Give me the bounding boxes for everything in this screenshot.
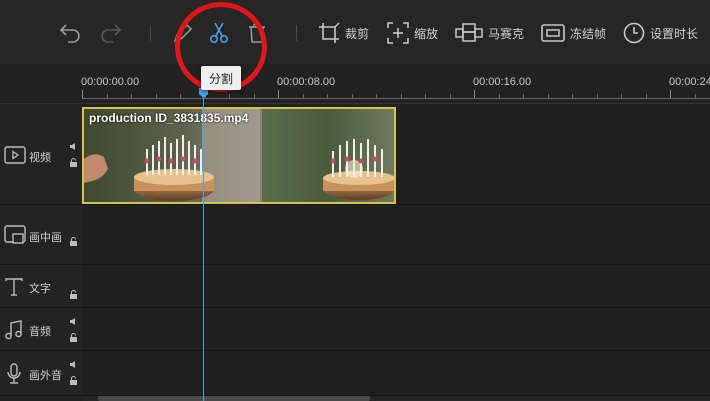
ruler-tick (523, 94, 524, 98)
mosaic-icon (455, 23, 483, 43)
track-body[interactable] (82, 351, 710, 395)
track-header: 画外音 (0, 351, 80, 395)
lock-icon[interactable] (69, 333, 78, 342)
crop-icon (318, 22, 340, 44)
ruler-tick (376, 94, 377, 98)
freeze-frame-label: 冻结帧 (570, 26, 607, 41)
pip-track-icon (4, 225, 26, 245)
ruler-tick (180, 94, 181, 98)
video-track-icon (4, 146, 26, 164)
ruler-tick (155, 94, 157, 98)
ruler-tick (229, 94, 230, 98)
ruler-tick (670, 90, 671, 98)
volume-icon[interactable] (69, 142, 78, 151)
zoom-button[interactable]: 缩放 (387, 20, 438, 46)
ruler-tick (694, 94, 696, 98)
edit-icon[interactable] (170, 20, 196, 46)
ruler-tick (547, 94, 549, 98)
pip-track: 画中画 (0, 205, 710, 265)
ruler-tick (327, 94, 328, 98)
zoom-icon (387, 22, 409, 44)
lock-icon[interactable] (69, 237, 78, 246)
lock-icon[interactable] (69, 290, 78, 299)
ruler-tick (400, 94, 402, 98)
playhead-line[interactable] (203, 96, 204, 401)
track-header: 文字 (0, 265, 80, 307)
music-track-icon (4, 320, 24, 340)
undo-icon[interactable] (57, 20, 83, 46)
clip-filename: production ID_3831835.mp4 (89, 111, 249, 125)
track-label: 音频 (29, 326, 51, 338)
ruler-tick (498, 94, 500, 98)
track-label: 文字 (29, 283, 51, 295)
track-label: 画外音 (29, 370, 62, 382)
timeline-ruler[interactable]: 00:00:00.00 00:00:08.00 00:00:16.00 00:0… (0, 64, 710, 104)
track-body[interactable] (82, 205, 710, 264)
crop-label: 裁剪 (345, 26, 370, 41)
redo-icon[interactable] (98, 20, 124, 46)
ruler-tick (302, 94, 304, 98)
ruler-time-label: 00:00:16.00 (473, 76, 532, 88)
track-header: 音频 (0, 308, 80, 350)
ruler-tick (449, 94, 451, 98)
trash-icon[interactable] (244, 20, 270, 46)
lock-icon[interactable] (69, 158, 78, 167)
freeze-frame-button[interactable]: 冻结帧 (541, 20, 606, 46)
text-track-icon (4, 277, 24, 297)
ruler-tick (474, 90, 475, 98)
ruler-tick (278, 90, 279, 98)
set-duration-label: 设置时长 (650, 26, 699, 41)
ruler-tick (82, 90, 83, 98)
zoom-label: 缩放 (414, 26, 439, 41)
track-label: 视频 (29, 152, 51, 164)
lock-icon[interactable] (69, 376, 78, 385)
ruler-time-label: 00:00:08.00 (277, 76, 336, 88)
video-clip[interactable]: production ID_3831835.mp4 (82, 107, 396, 204)
ruler-time-label: 00:00:24 (669, 76, 710, 88)
text-track: 文字 (0, 265, 710, 308)
scissors-icon[interactable] (206, 20, 232, 46)
toolbar-separator (150, 25, 151, 41)
clock-icon (623, 22, 645, 44)
freeze-frame-icon (541, 23, 565, 43)
ruler-tick (596, 94, 598, 98)
set-duration-button[interactable]: 设置时长 (623, 20, 698, 46)
crop-button[interactable]: 裁剪 (318, 20, 369, 46)
microphone-track-icon (4, 363, 24, 385)
horizontal-scrollbar-thumb[interactable] (98, 396, 370, 401)
ruler-tick (645, 94, 647, 98)
track-header: 画中画 (0, 205, 80, 264)
audio-track: 音频 (0, 308, 710, 351)
track-header: 视频 (0, 105, 80, 204)
volume-icon[interactable] (69, 317, 78, 326)
ruler-baseline (82, 98, 710, 99)
ruler-tick (253, 94, 255, 98)
mosaic-label: 马赛克 (488, 26, 525, 41)
ruler-tick (106, 94, 108, 98)
track-body[interactable] (82, 265, 710, 307)
ruler-time-label: 00:00:00.00 (81, 76, 140, 88)
toolbar: 裁剪 缩放 马赛克 冻结帧 设置时长 (0, 0, 710, 64)
ruler-tick (351, 94, 353, 98)
split-tooltip: 分割 (201, 66, 241, 90)
mosaic-button[interactable]: 马赛克 (455, 20, 524, 46)
ruler-tick (621, 94, 622, 98)
voiceover-track: 画外音 (0, 351, 710, 396)
ruler-tick (131, 94, 132, 98)
toolbar-separator (296, 25, 297, 41)
ruler-tick (572, 94, 573, 98)
volume-icon[interactable] (69, 360, 78, 369)
track-body[interactable] (82, 308, 710, 350)
ruler-tick (425, 94, 426, 98)
track-label: 画中画 (29, 232, 62, 244)
